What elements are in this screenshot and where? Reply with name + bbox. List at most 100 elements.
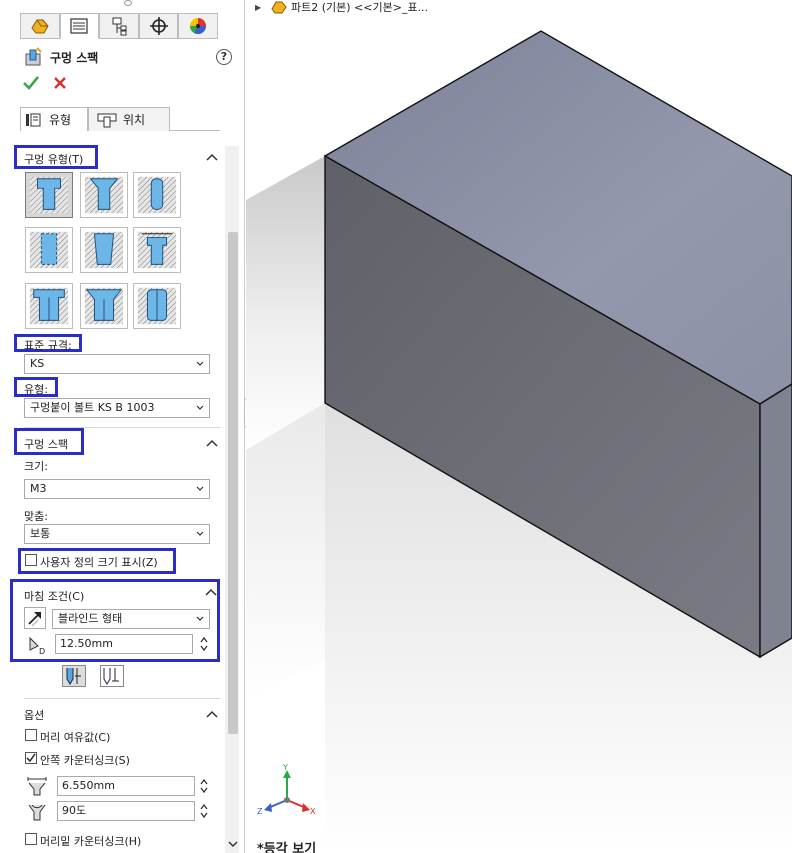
size-label: 크기: <box>24 460 48 473</box>
part-name: 파트2 (기본) <<기본>_표... <box>291 1 429 14</box>
ok-checkmark-icon[interactable] <box>22 74 40 92</box>
property-manager-title: 구멍 스팩 <box>50 51 99 65</box>
near-side-countersink-checkbox[interactable] <box>25 752 37 764</box>
end-condition-select[interactable]: 블라인드 형태 <box>52 609 210 629</box>
display-manager-tab[interactable] <box>178 13 218 39</box>
head-clearance-label: 머리 여유값(C) <box>40 731 111 744</box>
chevron-down-icon <box>196 361 204 366</box>
panel-scrollbar-thumb[interactable] <box>228 232 238 734</box>
chevron-down-icon <box>196 616 204 621</box>
hole-type-tapered-tap-button[interactable] <box>80 227 128 273</box>
end-condition-label: 마침 조건(C) <box>24 590 85 603</box>
tab-type[interactable]: 유형 <box>20 107 88 131</box>
depth-spinner-icon[interactable] <box>199 635 209 653</box>
legacy-hole-hole-icon <box>137 231 177 269</box>
countersink-angle-value: 90도 <box>62 804 87 817</box>
angle-spinner-icon[interactable] <box>199 802 209 820</box>
display-manager-icon <box>190 18 207 35</box>
feature-manager-tab[interactable] <box>20 13 60 39</box>
hole-type-hole-button[interactable] <box>133 172 181 218</box>
floor-reflection-left <box>246 403 325 700</box>
size-select[interactable]: M3 <box>24 479 210 499</box>
near-side-countersink-label: 안쪽 카운터싱크(S) <box>40 754 130 767</box>
drill-tip-depth-icon[interactable] <box>62 665 86 687</box>
fit-label: 맞춤: <box>24 510 48 523</box>
configuration-manager-icon <box>112 17 127 36</box>
type-label: 유형: <box>24 383 48 396</box>
options-collapse-icon[interactable] <box>206 709 218 719</box>
manager-tab-bar <box>20 13 218 39</box>
configuration-manager-tab[interactable] <box>99 13 139 39</box>
hole-type-legacy-hole-button[interactable] <box>133 227 181 273</box>
countersink-diameter-value: 6.550mm <box>62 779 115 792</box>
hole-wizard-icon <box>25 47 42 66</box>
fastener-type-select[interactable]: 구멍붙이 볼트 KS B 1003 <box>24 398 210 418</box>
counterbore-slot-hole-icon <box>29 287 69 325</box>
end-condition-value: 블라인드 형태 <box>58 612 123 625</box>
property-manager-tab[interactable] <box>59 13 100 39</box>
box-side-face[interactable] <box>759 383 792 659</box>
countersink-diameter-input[interactable]: 6.550mm <box>57 776 195 796</box>
hole-spec-collapse-icon[interactable] <box>206 438 218 448</box>
countersink-diameter-icon <box>27 777 47 796</box>
diameter-spinner-icon[interactable] <box>199 777 209 795</box>
property-manager-header: 구멍 스팩 ? <box>24 46 234 68</box>
depth-icon: D <box>29 636 45 656</box>
countersink-angle-input[interactable]: 90도 <box>57 801 195 821</box>
options-label: 옵션 <box>24 709 45 722</box>
reverse-direction-icon[interactable] <box>24 607 46 629</box>
triad-z-label: Z <box>257 807 263 816</box>
dimxpert-tab[interactable] <box>138 13 179 39</box>
depth-value: 12.50mm <box>60 637 113 650</box>
feature-tree-breadcrumb[interactable]: ▶ 파트2 (기본) <<기본>_표... <box>255 0 428 14</box>
under-head-countersink-checkbox[interactable] <box>25 833 37 845</box>
scroll-down-arrow-icon[interactable] <box>227 839 239 849</box>
straight-tap-hole-icon <box>29 231 69 269</box>
hole-type-slot-button[interactable] <box>133 283 181 329</box>
end-condition-collapse-icon[interactable] <box>205 587 217 597</box>
graphics-viewport[interactable]: Y X Z <box>246 0 792 853</box>
type-tab-icon <box>26 113 41 126</box>
reference-triad <box>264 770 310 812</box>
tapered-tap-hole-icon <box>84 231 124 269</box>
fastener-type-value: 구멍붙이 볼트 KS B 1003 <box>30 401 155 414</box>
hole-hole-icon <box>137 176 177 214</box>
svg-text:D: D <box>39 647 45 656</box>
fit-select[interactable]: 보통 <box>24 524 210 544</box>
shoulder-depth-icon[interactable] <box>100 665 124 687</box>
floor-shadow <box>246 156 325 450</box>
chevron-down-icon <box>196 405 204 410</box>
tab-position-label: 위치 <box>123 113 146 127</box>
cancel-x-icon[interactable] <box>52 75 68 91</box>
standard-select[interactable]: KS <box>24 354 210 374</box>
standard-value: KS <box>30 357 45 370</box>
crosshair-icon <box>149 17 168 35</box>
size-value: M3 <box>30 482 47 495</box>
standard-label: 표준 규격: <box>24 339 72 352</box>
counterbore-hole-icon <box>29 176 69 214</box>
hole-type-counterbore-slot-button[interactable] <box>25 283 73 329</box>
custom-size-checkbox[interactable] <box>25 554 37 566</box>
tab-position[interactable]: 위치 <box>88 107 170 131</box>
hole-type-label: 구멍 유형(T) <box>24 153 84 166</box>
hole-type-countersink-slot-button[interactable] <box>80 283 128 329</box>
property-manager-panel: 구멍 스팩 ? 유형 위치 구멍 유형(T) 표준 규격: KS 유형: 구멍붙… <box>0 0 245 853</box>
hole-type-counterbore-button[interactable] <box>25 172 73 218</box>
help-icon[interactable]: ? <box>216 49 232 65</box>
hole-spec-subtabs: 유형 위치 <box>20 107 220 131</box>
head-clearance-checkbox[interactable] <box>25 729 37 741</box>
hole-type-countersink-button[interactable] <box>80 172 128 218</box>
depth-input[interactable]: 12.50mm <box>55 634 193 654</box>
section-divider <box>24 698 220 699</box>
chevron-down-icon <box>196 531 204 536</box>
hole-type-straight-tap-button[interactable] <box>25 227 73 273</box>
hole-type-collapse-icon[interactable] <box>206 152 218 162</box>
hole-spec-label: 구멍 스팩 <box>24 438 68 451</box>
expand-arrow-icon[interactable]: ▶ <box>255 3 265 12</box>
tab-type-label: 유형 <box>49 113 72 127</box>
under-head-countersink-label: 머리밑 카운터싱크(H) <box>40 835 142 848</box>
property-manager-icon <box>70 18 88 34</box>
panel-grip-handle[interactable] <box>124 0 132 6</box>
countersink-slot-hole-icon <box>84 287 124 325</box>
slot-hole-icon <box>137 287 177 325</box>
